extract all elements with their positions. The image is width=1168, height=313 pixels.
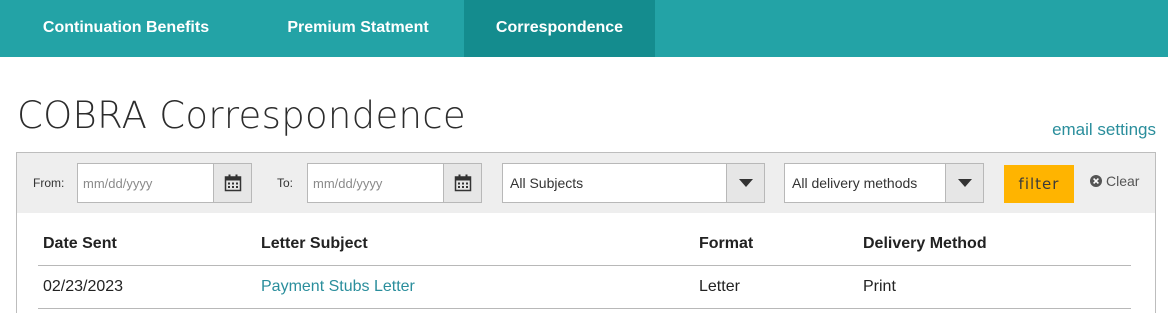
email-settings-link[interactable]: email settings: [1052, 120, 1156, 140]
to-date-group: [307, 163, 482, 203]
caret-down-icon: [738, 179, 753, 187]
calendar-icon: [454, 174, 471, 192]
column-header-date-sent[interactable]: Date Sent: [43, 235, 117, 253]
from-date-group: [77, 163, 252, 203]
clear-label: Clear: [1106, 173, 1140, 189]
column-header-delivery-method[interactable]: Delivery Method: [863, 235, 987, 253]
letter-subject-link[interactable]: Payment Stubs Letter: [261, 278, 415, 296]
subject-select-value: All Subjects: [510, 175, 584, 191]
column-header-letter-subject[interactable]: Letter Subject: [261, 235, 368, 253]
subject-dropdown-button[interactable]: [726, 164, 764, 202]
from-label: From:: [33, 176, 65, 190]
to-label: To:: [277, 176, 294, 190]
to-date-input[interactable]: [308, 164, 444, 202]
filter-bar: From: To:: [17, 153, 1155, 213]
to-calendar-button[interactable]: [443, 164, 481, 202]
delivery-select-value: All delivery methods: [792, 175, 918, 191]
caret-down-icon: [957, 179, 972, 187]
tab-correspondence[interactable]: Correspondence: [464, 0, 655, 57]
table-row: 02/23/2023 Payment Stubs Letter Letter P…: [38, 266, 1131, 309]
date-sent-cell: 02/23/2023: [43, 278, 124, 295]
delivery-dropdown-button[interactable]: [945, 164, 983, 202]
delivery-method-cell: Print: [863, 278, 896, 295]
calendar-icon: [224, 174, 241, 192]
format-cell: Letter: [699, 278, 740, 295]
delivery-method-select[interactable]: All delivery methods: [784, 163, 984, 203]
from-date-input[interactable]: [78, 164, 214, 202]
clear-button[interactable]: Clear: [1090, 173, 1139, 189]
subject-select[interactable]: All Subjects: [502, 163, 765, 203]
correspondence-panel: From: To:: [16, 152, 1156, 313]
table-header: Date Sent Letter Subject Format Delivery…: [38, 223, 1131, 266]
tab-premium-statement[interactable]: Premium Statment: [252, 0, 464, 57]
column-header-format[interactable]: Format: [699, 235, 753, 253]
filter-button[interactable]: filter: [1004, 165, 1074, 203]
from-calendar-button[interactable]: [213, 164, 251, 202]
close-circle-icon: [1090, 175, 1102, 187]
tab-bar: Continuation Benefits Premium Statment C…: [0, 0, 1168, 57]
tab-continuation-benefits[interactable]: Continuation Benefits: [0, 0, 252, 57]
page-title: COBRA Correspondence: [17, 94, 466, 137]
